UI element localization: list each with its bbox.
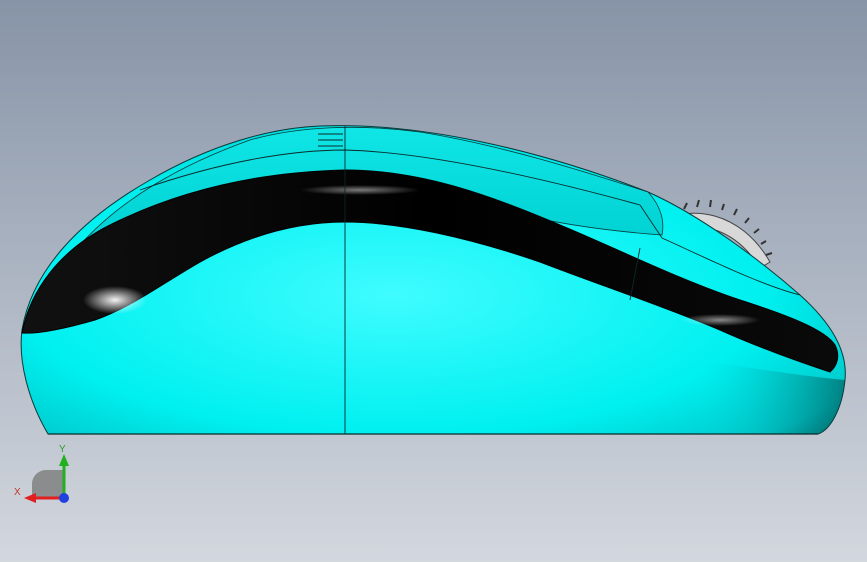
triad-x-label: X — [14, 487, 21, 498]
band-highlight-right — [680, 314, 760, 326]
coordinate-triad: Y X — [14, 444, 69, 503]
triad-y-label: Y — [59, 444, 66, 455]
mouse-model[interactable] — [0, 0, 867, 562]
band-highlight-mid — [300, 185, 420, 195]
graphics-viewport[interactable]: Y X — [0, 0, 867, 562]
band-highlight-left — [83, 286, 147, 314]
